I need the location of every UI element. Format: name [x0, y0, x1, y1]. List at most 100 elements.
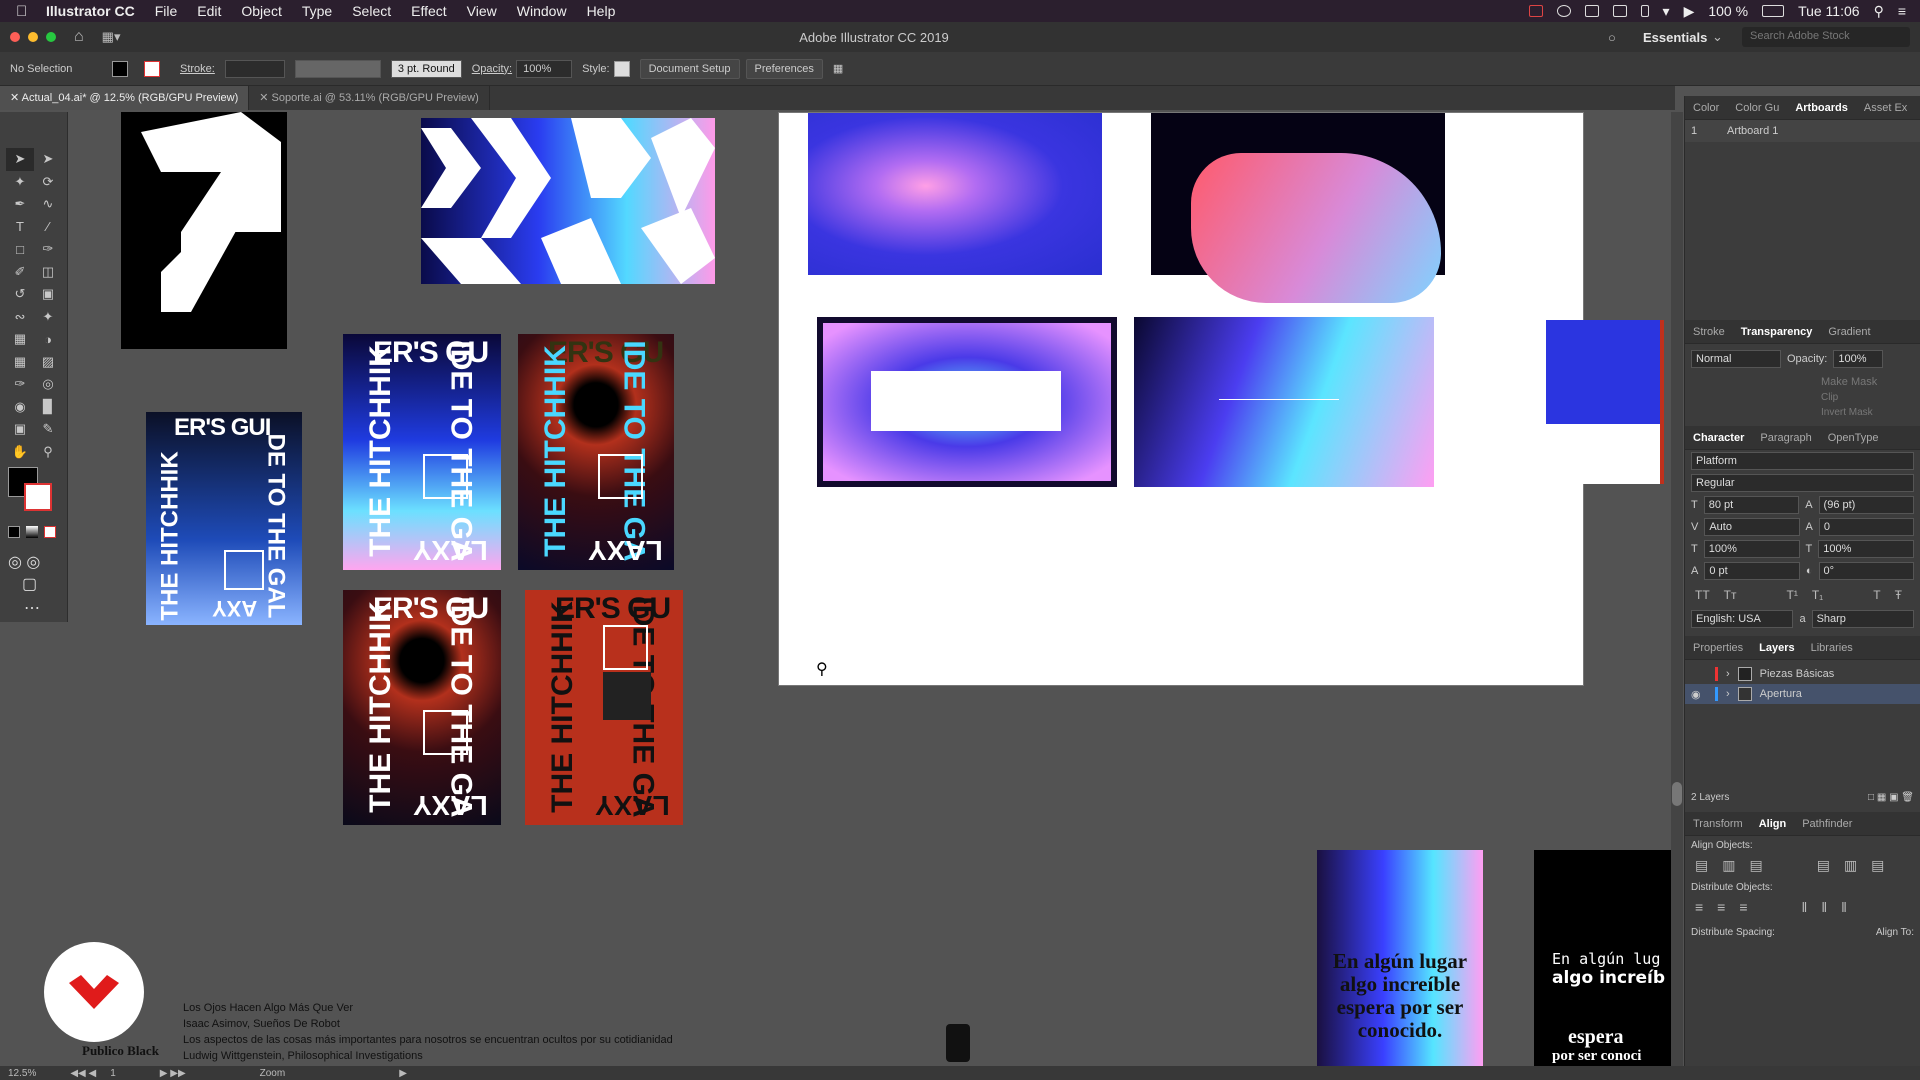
tab-gradient[interactable]: Gradient — [1820, 326, 1878, 338]
small-caps-icon[interactable]: Tт — [1724, 588, 1737, 602]
slice-tool-icon[interactable]: ✎ — [34, 418, 62, 441]
chevron-down-icon[interactable]: ⌄ — [1712, 29, 1723, 45]
menu-effect[interactable]: Effect — [401, 3, 457, 19]
poster-gradient-1[interactable]: ER'S GU THE HITCHHIK IDE TO THE GA LAXY — [343, 334, 501, 570]
frame-art-1[interactable] — [817, 317, 1117, 487]
volume-icon[interactable]: ▶ — [1684, 3, 1695, 20]
dist-right-icon[interactable]: ‖ — [1841, 899, 1847, 915]
lasso-tool-icon[interactable]: ⟳ — [34, 171, 62, 194]
tab-transparency[interactable]: Transparency — [1733, 326, 1821, 338]
wave-art-blue[interactable] — [808, 113, 1102, 275]
tab-opentype[interactable]: OpenType — [1820, 432, 1887, 444]
preferences-button[interactable]: Preferences — [745, 58, 823, 79]
workspace-switcher[interactable]: Essentials — [1643, 30, 1707, 45]
tab-color[interactable]: Color — [1685, 102, 1727, 114]
dist-hcenter-icon[interactable]: ‖ — [1821, 899, 1827, 915]
stock-search-input[interactable]: Search Adobe Stock — [1742, 27, 1910, 47]
vertical-scrollbar[interactable] — [1671, 112, 1683, 1067]
align-hcenter-icon[interactable]: ▥ — [1722, 857, 1735, 874]
menu-view[interactable]: View — [457, 3, 507, 19]
font-family-field[interactable]: Platform — [1691, 452, 1914, 470]
baseline-field[interactable]: 0 pt — [1704, 562, 1800, 580]
canvas-scroll-thumb[interactable] — [946, 1024, 970, 1062]
kerning-field[interactable]: Auto — [1704, 518, 1800, 536]
wifi-icon[interactable]: ▾ — [1663, 3, 1670, 20]
tab-actual[interactable]: ✕ Actual_04.ai* @ 12.5% (RGB/GPU Preview… — [0, 86, 250, 110]
underline-icon[interactable]: T — [1873, 588, 1880, 602]
wave-art-dark[interactable] — [1151, 113, 1445, 303]
tab-paragraph[interactable]: Paragraph — [1752, 432, 1819, 444]
strikethrough-icon[interactable]: Ŧ — [1895, 588, 1902, 602]
dist-top-icon[interactable]: ≡ — [1695, 899, 1703, 915]
align-left-icon[interactable]: ▤ — [1695, 857, 1708, 874]
type-tool-icon[interactable]: T — [6, 216, 34, 239]
pen-tool-icon[interactable]: ✒ — [6, 193, 34, 216]
layer-row[interactable]: › Piezas Básicas — [1685, 664, 1920, 684]
subscript-icon[interactable]: T₁ — [1812, 588, 1823, 602]
dist-left-icon[interactable]: ‖ — [1802, 899, 1808, 915]
close-icon[interactable]: ✕ — [10, 92, 22, 104]
rotation-field[interactable]: 0° — [1818, 562, 1914, 580]
rectangle-tool-icon[interactable]: □ — [6, 238, 34, 261]
layer-row-selected[interactable]: ◉ › Apertura — [1685, 684, 1920, 704]
tab-stroke[interactable]: Stroke — [1685, 326, 1733, 338]
blend-tool-icon[interactable]: ◎ — [34, 373, 62, 396]
arrange-icon[interactable]: ▦ — [833, 62, 843, 75]
status-mode[interactable]: Zoom — [260, 1068, 286, 1079]
spanish-poster-gradient[interactable]: En algún lugar algo increíble espera por… — [1317, 850, 1483, 1067]
column-graph-tool-icon[interactable]: ▉ — [34, 396, 62, 419]
tab-transform[interactable]: Transform — [1685, 818, 1751, 830]
selection-tool-icon[interactable]: ➤ — [6, 148, 34, 171]
tab-character[interactable]: Character — [1685, 432, 1752, 444]
rotate-tool-icon[interactable]: ↺ — [6, 283, 34, 306]
bluetooth-icon[interactable] — [1640, 5, 1649, 17]
notification-icon[interactable]: ≡ — [1898, 3, 1906, 19]
spanish-poster-black[interactable]: En algún lug algo increíb espera por ser… — [1534, 850, 1671, 1067]
zoom-tool-icon[interactable]: ⚲ — [34, 441, 62, 464]
perspective-grid-tool-icon[interactable]: ▦ — [6, 351, 34, 374]
stroke-weight-field[interactable] — [224, 59, 285, 78]
menu-help[interactable]: Help — [577, 3, 626, 19]
gradient-tool-icon[interactable]: ▨ — [34, 351, 62, 374]
poster-blue-1[interactable]: ER'S GUI THE HITCHHIK DE TO THE GAL AXY — [146, 412, 302, 625]
artboard-number-field[interactable]: 1 — [110, 1068, 116, 1079]
tab-artboards[interactable]: Artboards — [1787, 102, 1856, 114]
lightbulb-icon[interactable]: ○ — [1608, 30, 1616, 45]
menu-file[interactable]: File — [145, 3, 188, 19]
font-size-field[interactable]: 80 pt — [1703, 496, 1800, 514]
opacity-field[interactable]: 100% — [516, 59, 573, 78]
adobe-icon[interactable] — [1528, 5, 1543, 17]
blend-mode-select[interactable]: Normal — [1691, 350, 1781, 368]
eyedropper-tool-icon[interactable]: ✑ — [6, 373, 34, 396]
poster-eclipse-1[interactable]: ER'S GU THE HITCHHIK IDE TO THE GA LAXY — [518, 334, 674, 570]
artboard-nav-next-icon[interactable]: ▶ ▶▶ — [160, 1068, 186, 1079]
frame-art-2[interactable] — [1134, 317, 1434, 487]
hand-tool-icon[interactable]: ✋ — [6, 441, 34, 464]
fill-swatch[interactable] — [112, 60, 128, 77]
expand-icon[interactable]: › — [1726, 668, 1730, 680]
dist-bottom-icon[interactable]: ≡ — [1739, 899, 1747, 915]
symbol-sprayer-tool-icon[interactable]: ◉ — [6, 396, 34, 419]
dropbox-icon[interactable] — [1584, 5, 1599, 17]
arrow-artwork[interactable] — [121, 112, 287, 349]
apple-icon[interactable]:  — [16, 3, 36, 20]
screen-mode-icon[interactable]: ▢ — [22, 574, 37, 594]
invert-mask-checkbox[interactable]: Invert Mask — [1821, 407, 1920, 418]
horizontal-scale-field[interactable]: 100% — [1818, 540, 1914, 558]
sync-icon[interactable] — [1556, 5, 1571, 17]
tab-asset-export[interactable]: Asset Ex — [1856, 102, 1915, 114]
zoom-level[interactable]: 12.5% — [8, 1068, 36, 1079]
curvature-tool-icon[interactable]: ∿ — [34, 193, 62, 216]
dist-vcenter-icon[interactable]: ≡ — [1717, 899, 1725, 915]
all-caps-icon[interactable]: TT — [1695, 588, 1710, 602]
menu-type[interactable]: Type — [292, 3, 342, 19]
white-block-art[interactable] — [1546, 424, 1662, 484]
warp-tool-icon[interactable]: ∾ — [6, 306, 34, 329]
align-right-icon[interactable]: ▤ — [1749, 857, 1762, 874]
variable-width-field[interactable] — [294, 59, 381, 78]
puppet-warp-tool-icon[interactable]: ✦ — [34, 306, 62, 329]
tab-align[interactable]: Align — [1751, 818, 1795, 830]
opacity-input[interactable]: 100% — [1833, 350, 1884, 368]
menu-edit[interactable]: Edit — [187, 3, 231, 19]
more-tools-icon[interactable]: ⋯ — [24, 598, 40, 618]
